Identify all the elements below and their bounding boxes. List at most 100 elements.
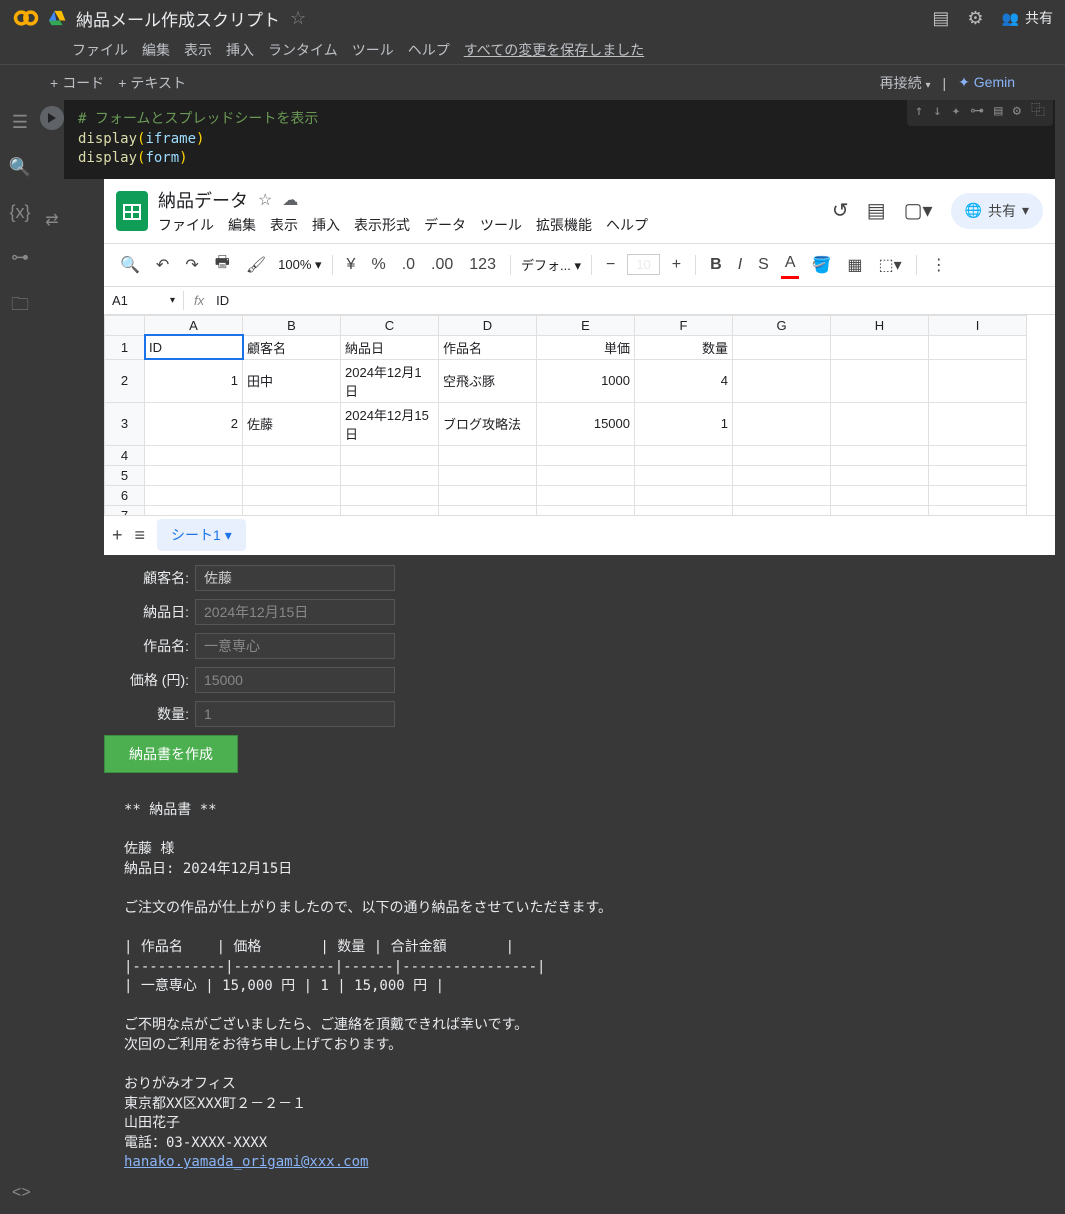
cell[interactable] [537,465,635,485]
save-status[interactable]: すべての変更を保存しました [464,40,644,60]
code-toggle-icon[interactable]: <> [12,1184,31,1202]
row-header[interactable]: 7 [105,505,145,515]
cell[interactable] [733,335,831,359]
cell[interactable] [243,445,341,465]
cell[interactable]: 数量 [635,335,733,359]
add-text-button[interactable]: +テキスト [118,73,186,93]
sheets-share-button[interactable]: 🌐 共有 ▾ [951,193,1043,229]
gear-icon[interactable]: ⚙ [967,8,983,29]
menu-insert[interactable]: 挿入 [226,40,254,60]
input-work[interactable] [195,633,395,659]
reconnect-button[interactable]: 再接続 ▾ [880,73,931,93]
cell[interactable] [341,485,439,505]
col-header[interactable]: G [733,315,831,335]
undo-icon[interactable]: ↶ [152,251,173,279]
cell[interactable] [243,465,341,485]
cell[interactable] [635,445,733,465]
cell[interactable] [733,445,831,465]
cell[interactable] [537,505,635,515]
row-header[interactable]: 4 [105,445,145,465]
sheets-menu-view[interactable]: 表示 [270,215,298,235]
menu-view[interactable]: 表示 [184,40,212,60]
cell[interactable]: ID [145,335,243,359]
cell[interactable]: 空飛ぶ豚 [439,359,537,402]
cell[interactable] [929,445,1027,465]
cell[interactable] [929,505,1027,515]
exchange-icon[interactable]: ⇄ [45,210,58,230]
comment-cell-icon[interactable]: ▤ [994,102,1002,122]
merge-icon[interactable]: ⬚▾ [875,251,906,279]
row-header[interactable]: 6 [105,485,145,505]
fill-color-icon[interactable]: 🪣 [807,251,835,279]
cell[interactable] [831,505,929,515]
menu-runtime[interactable]: ランタイム [268,40,338,60]
sheets-menu-insert[interactable]: 挿入 [312,215,340,235]
format-123-icon[interactable]: 123 [465,252,500,278]
cell[interactable] [341,465,439,485]
row-header[interactable]: 3 [105,402,145,445]
toc-icon[interactable]: ☰ [12,112,28,133]
add-code-button[interactable]: +コード [50,73,104,93]
print-icon[interactable]: 🖶 [211,247,234,282]
spreadsheet-grid[interactable]: ABCDEFGHI 1ID顧客名納品日作品名単価数量21田中2024年12月1日… [104,315,1027,515]
history-icon[interactable]: ↺ [832,198,849,223]
redo-icon[interactable]: ↷ [181,251,202,279]
sheets-menu-format[interactable]: 表示形式 [354,215,410,235]
dec-font-icon[interactable]: − [602,252,619,278]
search-icon[interactable]: 🔍 [9,157,31,178]
cell[interactable] [635,465,733,485]
cell[interactable] [831,485,929,505]
notebook-title[interactable]: 納品メール作成スクリプト [76,6,280,31]
cell[interactable]: 1 [635,402,733,445]
cloud-icon[interactable]: ☁ [282,190,298,210]
cell[interactable] [145,445,243,465]
cell[interactable] [929,485,1027,505]
cell[interactable]: 単価 [537,335,635,359]
input-name[interactable] [195,565,395,591]
sheets-menu-data[interactable]: データ [424,215,466,235]
spark-icon[interactable]: ✦ [952,102,960,122]
menu-file[interactable]: ファイル [72,40,128,60]
folder-icon[interactable]: 🗀 [11,292,29,322]
cell[interactable] [439,445,537,465]
row-header[interactable]: 1 [105,335,145,359]
sheets-title[interactable]: 納品データ [158,187,248,213]
cell[interactable] [929,465,1027,485]
font-select[interactable]: デフォ... ▾ [521,255,581,274]
comment-icon[interactable]: ▤ [932,8,949,29]
email-link[interactable]: hanako.yamada_origami@xxx.com [124,1154,368,1170]
cell[interactable] [635,505,733,515]
name-box[interactable]: A1▾ [104,291,184,310]
cell[interactable]: 佐藤 [243,402,341,445]
cell[interactable] [733,485,831,505]
cell[interactable] [929,335,1027,359]
cell[interactable]: 15000 [537,402,635,445]
settings-cell-icon[interactable]: ⚙ [1013,102,1021,122]
cell[interactable] [341,505,439,515]
col-header[interactable]: B [243,315,341,335]
cell[interactable] [831,335,929,359]
cell[interactable] [635,485,733,505]
borders-icon[interactable]: ▦ [843,251,866,279]
more-icon[interactable]: ⋮ [927,251,951,279]
row-header[interactable]: 2 [105,359,145,402]
col-header[interactable]: D [439,315,537,335]
cell[interactable] [831,359,929,402]
cell[interactable] [929,402,1027,445]
col-header[interactable]: I [929,315,1027,335]
colab-logo[interactable] [12,4,40,32]
submit-button[interactable]: 納品書を作成 [104,735,238,773]
cell[interactable] [831,402,929,445]
col-header[interactable]: H [831,315,929,335]
sheets-star-icon[interactable]: ☆ [258,190,272,210]
cell[interactable] [439,505,537,515]
menu-tools[interactable]: ツール [352,40,394,60]
add-sheet-button[interactable]: + [112,525,123,546]
cell[interactable]: 作品名 [439,335,537,359]
percent-icon[interactable]: % [367,252,389,278]
secrets-icon[interactable]: ⊶ [11,247,29,268]
cell[interactable] [537,485,635,505]
cell[interactable] [145,505,243,515]
run-cell-button[interactable] [40,106,64,130]
cell[interactable] [145,465,243,485]
